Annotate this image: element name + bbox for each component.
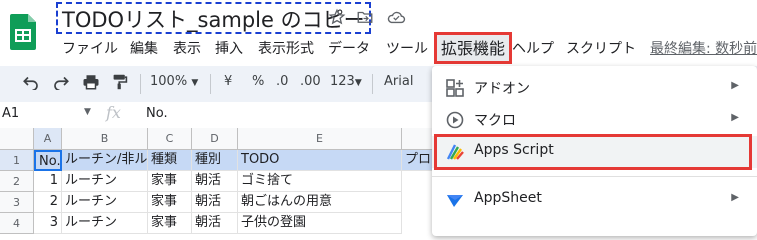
redo-icon[interactable] [52,74,70,94]
menu-file[interactable]: ファイル [62,38,118,60]
menu-item-label: アドオン [474,81,530,97]
formula-input[interactable]: No. [146,106,168,121]
menu-tools[interactable]: ツール [386,38,428,60]
cell-c3[interactable]: 家事 [148,192,192,213]
column-header-e[interactable]: E [238,128,402,150]
menu-extensions[interactable]: 拡張機能 [434,32,513,64]
play-circle-icon [446,111,464,129]
cell-c2[interactable]: 家事 [148,171,192,192]
cell-b1[interactable]: ルーチン/非ルーチン [62,150,148,171]
decrease-decimal-button[interactable]: .0 [276,74,288,89]
cell-b2[interactable]: ルーチン [62,171,148,192]
font-select[interactable]: Arial [384,74,413,89]
menu-script[interactable]: スクリプト [566,38,636,60]
row-header-2[interactable]: 2 [0,171,34,192]
chevron-down-icon: ▼ [191,78,199,88]
menu-divider [432,176,757,177]
row-header-4[interactable]: 4 [0,213,34,234]
document-title[interactable]: TODOリスト_sample のコピー [56,2,371,34]
cell-a2[interactable]: 1 [34,171,62,192]
increase-decimal-button[interactable]: .00 [300,74,321,89]
menu-data[interactable]: データ [328,38,370,60]
cell-a4[interactable]: 3 [34,213,62,234]
fx-icon: fx [106,103,121,122]
cell-d4[interactable]: 朝活 [192,213,238,234]
zoom-value: 100% [150,74,188,89]
cell-d1[interactable]: 種別 [192,150,238,171]
cell-c4[interactable]: 家事 [148,213,192,234]
menu-view[interactable]: 表示 [173,38,201,60]
sheets-logo-icon[interactable] [10,14,36,50]
menu-item-macros[interactable]: マクロ ▶ [432,104,757,136]
menu-item-appsheet[interactable]: AppSheet ▶ [432,184,757,216]
cell-b3[interactable]: ルーチン [62,192,148,213]
cell-b4[interactable]: ルーチン [62,213,148,234]
more-formats-label: 123 [330,74,355,89]
row-header-1[interactable]: 1 [0,150,34,171]
cell-e3[interactable]: 朝ごはんの用意 [238,192,402,213]
select-all-corner[interactable] [0,128,34,150]
cell-e4[interactable]: 子供の登園 [238,213,402,234]
toolbar-divider [210,74,211,94]
submenu-arrow-icon: ▶ [731,192,739,203]
submenu-arrow-icon: ▶ [731,80,739,91]
toolbar-divider [372,74,373,94]
cell-d3[interactable]: 朝活 [192,192,238,213]
appsheet-icon [446,191,464,209]
last-edit-link[interactable]: 最終編集: 数秒前 [650,38,757,58]
cell-e1[interactable]: TODO [238,150,402,171]
chevron-down-icon: ▼ [354,78,362,88]
cloud-saved-icon[interactable] [386,8,406,28]
zoom-select[interactable]: 100% ▼ [150,74,198,89]
name-box[interactable]: A1 [2,106,19,121]
toolbar-divider [140,74,141,94]
menu-help[interactable]: ヘルプ [512,38,554,60]
currency-format-button[interactable]: ¥ [224,74,232,89]
menu-format[interactable]: 表示形式 [258,38,314,60]
cell-a1[interactable]: No. [34,150,62,171]
star-icon[interactable] [328,8,348,28]
column-header-a[interactable]: A [34,128,62,150]
menu-item-addons[interactable]: アドオン ▶ [432,72,757,104]
addon-icon [446,79,464,97]
submenu-arrow-icon: ▶ [731,112,739,123]
column-header-d[interactable]: D [192,128,238,150]
column-header-c[interactable]: C [148,128,192,150]
apps-script-highlight-box [434,134,752,170]
menu-item-label: マクロ [474,113,516,129]
print-icon[interactable] [82,74,100,94]
cell-a3[interactable]: 2 [34,192,62,213]
percent-format-button[interactable]: % [252,74,264,89]
menu-insert[interactable]: 挿入 [215,38,243,60]
undo-icon[interactable] [22,74,40,94]
menu-edit[interactable]: 編集 [130,38,158,60]
move-to-folder-icon[interactable] [356,8,376,28]
more-formats-button[interactable]: 123▼ [330,74,362,89]
paint-format-icon[interactable] [112,74,128,94]
column-header-b[interactable]: B [62,128,148,150]
cell-d2[interactable]: 朝活 [192,171,238,192]
menu-item-label: AppSheet [474,190,542,206]
row-header-3[interactable]: 3 [0,192,34,213]
cell-c1[interactable]: 種類 [148,150,192,171]
chevron-down-icon[interactable]: ▼ [84,107,91,117]
cell-e2[interactable]: ゴミ捨て [238,171,402,192]
